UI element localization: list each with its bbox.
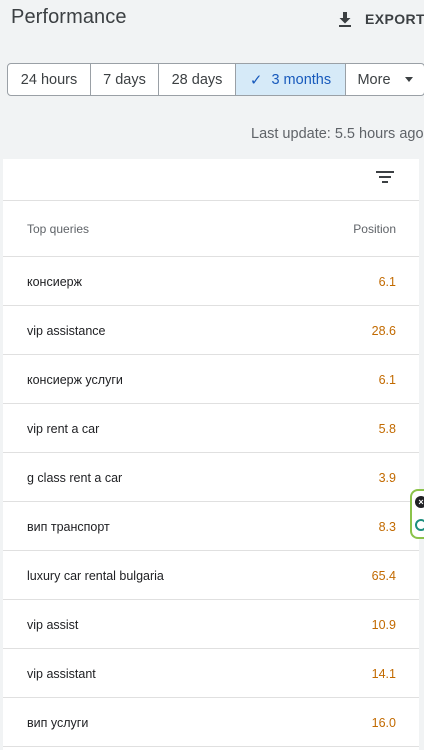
position-value: 16.0 — [371, 716, 396, 730]
table-row[interactable]: vip assistant 14.1 — [3, 649, 419, 698]
range-24-hours-button[interactable]: 24 hours — [8, 64, 91, 95]
position-value: 8.3 — [378, 520, 396, 534]
table-row[interactable]: вип услуги 16.0 — [3, 698, 419, 747]
query-text: luxury car rental bulgaria — [27, 569, 164, 583]
position-value: 28.6 — [371, 324, 396, 338]
column-header-top-queries[interactable]: Top queries — [27, 222, 89, 236]
range-more-button[interactable]: More — [346, 64, 424, 95]
query-text: vip assistance — [27, 324, 106, 338]
close-icon[interactable]: × — [415, 496, 424, 508]
range-label: 3 months — [271, 71, 332, 88]
query-text: vip assistant — [27, 667, 96, 681]
table-row[interactable]: консиерж услуги 6.1 — [3, 355, 419, 404]
column-header-position[interactable]: Position — [353, 222, 396, 236]
table-row[interactable]: vip assistance 28.6 — [3, 306, 419, 355]
queries-card: Top queries Position консиерж 6.1 vip assi… — [3, 159, 419, 750]
extension-icon — [415, 519, 424, 531]
position-value: 3.9 — [378, 471, 396, 485]
query-text: консиерж услуги — [27, 373, 123, 387]
header: Performance EXPORT — [0, 0, 424, 38]
caret-down-icon — [404, 77, 413, 82]
export-label: EXPORT — [365, 11, 424, 27]
position-value: 10.9 — [371, 618, 396, 632]
query-text: vip rent a car — [27, 422, 100, 436]
extension-side-tab[interactable]: × — [410, 489, 424, 539]
range-label: 24 hours — [20, 71, 78, 88]
query-text: g class rent a car — [27, 471, 123, 485]
position-value: 5.8 — [378, 422, 396, 436]
query-text: vip assist — [27, 618, 79, 632]
export-button[interactable]: EXPORT — [336, 8, 424, 30]
position-value: 6.1 — [378, 373, 396, 387]
table-header: Top queries Position — [3, 200, 419, 257]
range-label: More — [357, 71, 391, 88]
date-range-selector: 24 hours 7 days 28 days ✓ 3 months More — [7, 63, 424, 96]
position-value: 65.4 — [371, 569, 396, 583]
query-text: вип транспорт — [27, 520, 110, 534]
range-label: 28 days — [171, 71, 223, 88]
table-row[interactable]: luxury car rental bulgaria 65.4 — [3, 551, 419, 600]
query-text: вип услуги — [27, 716, 89, 730]
filter-icon[interactable] — [373, 165, 397, 189]
table-row[interactable]: g class rent a car 3.9 — [3, 453, 419, 502]
range-28-days-button[interactable]: 28 days — [159, 64, 236, 95]
range-label: 7 days — [103, 71, 146, 88]
download-icon — [336, 10, 354, 28]
last-update-text: Last update: 5.5 hours ago — [251, 126, 424, 142]
check-icon: ✓ — [249, 71, 263, 89]
range-3-months-button[interactable]: ✓ 3 months — [236, 64, 346, 95]
position-value: 14.1 — [371, 667, 396, 681]
table-row[interactable]: вип транспорт 8.3 — [3, 502, 419, 551]
position-value: 6.1 — [378, 275, 396, 289]
table-row[interactable]: vip rent a car 5.8 — [3, 404, 419, 453]
range-7-days-button[interactable]: 7 days — [91, 64, 159, 95]
table-row[interactable]: vip assist 10.9 — [3, 600, 419, 649]
page-title: Performance — [11, 6, 127, 28]
table-row[interactable]: консиерж 6.1 — [3, 257, 419, 306]
queries-table-body: консиерж 6.1 vip assistance 28.6 консиерж ус… — [3, 257, 419, 747]
query-text: консиерж — [27, 275, 82, 289]
